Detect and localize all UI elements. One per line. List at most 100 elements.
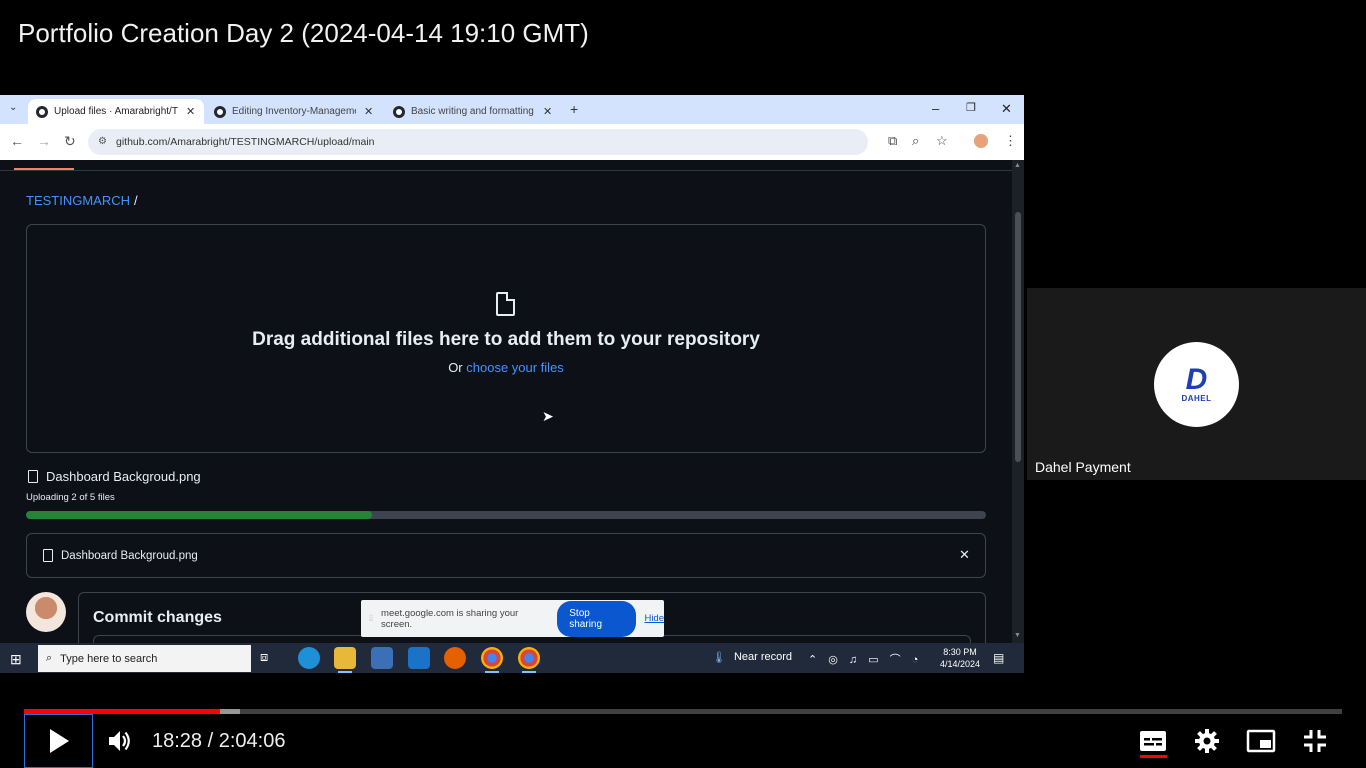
file-icon xyxy=(496,292,515,316)
divider xyxy=(0,170,1012,171)
drop-or-text: Or xyxy=(448,360,467,375)
video-timeline[interactable] xyxy=(24,709,1342,714)
tab-basic-writing[interactable]: Basic writing and formatting sy ✕ xyxy=(385,99,563,124)
restore-icon[interactable]: ❐ xyxy=(966,101,976,114)
chrome-icon[interactable] xyxy=(518,647,540,673)
address-bar-row: ← → ↻ ⚙ github.com/Amarabright/TESTINGMA… xyxy=(0,124,1024,160)
notification-icon[interactable]: ▤ xyxy=(993,651,1004,665)
github-favicon-icon xyxy=(393,105,405,118)
volume-icon xyxy=(109,731,130,751)
profile-avatar[interactable] xyxy=(974,134,988,148)
share-message: meet.google.com is sharing your screen. xyxy=(381,607,519,630)
windows-taskbar: ⊞ ⌕ Type here to search ⧈ 🌡 Near record … xyxy=(0,643,1024,673)
store-icon[interactable] xyxy=(371,647,393,669)
upload-progress-fill xyxy=(26,511,372,519)
remove-file-icon[interactable]: ✕ xyxy=(959,547,970,563)
task-view-icon[interactable]: ⧈ xyxy=(260,649,282,671)
uploading-file-row: Dashboard Backgroud.png xyxy=(28,469,201,484)
file-icon xyxy=(28,470,38,483)
minimize-icon[interactable]: – xyxy=(932,101,939,116)
site-info-icon[interactable]: ⚙ xyxy=(98,136,107,147)
thermometer-icon: 🌡 xyxy=(712,652,726,664)
upload-progress-bar xyxy=(26,511,986,519)
github-favicon-icon xyxy=(36,105,48,118)
mail-icon[interactable] xyxy=(408,647,430,669)
drop-heading: Drag additional files here to add them t… xyxy=(252,329,760,350)
windows-start-icon[interactable]: ⊞ xyxy=(10,651,22,668)
file-list: Dashboard Backgroud.png ✕ xyxy=(26,533,986,578)
tab-editing-inventory[interactable]: Editing Inventory-Management ✕ xyxy=(206,99,384,124)
forward-icon[interactable]: → xyxy=(37,133,51,149)
browser-tab-strip: ⌄ Upload files · Amarabright/TEST ✕ Edit… xyxy=(0,95,1024,124)
active-tab-indicator xyxy=(14,168,74,170)
settings-button[interactable] xyxy=(1194,728,1220,759)
stop-sharing-button[interactable]: Stop sharing xyxy=(557,600,637,637)
new-tab-icon[interactable]: + xyxy=(570,101,578,117)
play-button[interactable] xyxy=(24,714,93,768)
reload-icon[interactable]: ↻ xyxy=(64,133,76,150)
address-bar[interactable]: ⚙ github.com/Amarabright/TESTINGMARCH/up… xyxy=(88,129,868,155)
logo-text: DAHEL xyxy=(1181,394,1212,403)
participant-tile: D DAHEL Dahel Payment xyxy=(1027,288,1366,480)
system-tray-icons[interactable]: ⌃ ◎ ♫ ▭ ⌒ ◔ xyxy=(808,651,922,667)
repo-link[interactable]: TESTINGMARCH xyxy=(26,193,130,208)
taskbar-search-placeholder: Type here to search xyxy=(60,652,158,665)
file-explorer-icon[interactable] xyxy=(334,647,356,673)
back-icon[interactable]: ← xyxy=(10,133,24,149)
page-scrollbar[interactable]: ▲ ▼ xyxy=(1012,160,1024,643)
screen-share-bar: ⦙⦙ meet.google.com is sharing your scree… xyxy=(361,600,664,637)
taskbar-search[interactable]: ⌕ Type here to search xyxy=(38,645,251,672)
scroll-thumb[interactable] xyxy=(1015,212,1021,462)
tab-close-icon[interactable]: ✕ xyxy=(186,105,195,118)
choose-files-link[interactable]: choose your files xyxy=(466,360,564,375)
uploading-file-name: Dashboard Backgroud.png xyxy=(46,469,201,484)
video-player: Portfolio Creation Day 2 (2024-04-14 19:… xyxy=(0,0,1366,768)
mouse-cursor-icon: ➤ xyxy=(542,408,554,424)
bookmark-star-icon[interactable]: ☆ xyxy=(936,133,948,149)
shared-screen: ⌄ Upload files · Amarabright/TEST ✕ Edit… xyxy=(0,95,1024,673)
play-icon xyxy=(49,729,69,753)
scroll-down-icon[interactable]: ▼ xyxy=(1014,632,1021,639)
window-close-icon[interactable]: ✕ xyxy=(1001,101,1012,117)
drag-handle-icon[interactable]: ⦙⦙ xyxy=(369,613,373,624)
tab-close-icon[interactable]: ✕ xyxy=(364,105,373,118)
weather-widget[interactable]: 🌡 Near record xyxy=(712,651,792,664)
file-drop-zone[interactable]: Drag additional files here to add them t… xyxy=(26,224,986,453)
dahel-logo-icon: D xyxy=(1185,363,1208,396)
scroll-up-icon[interactable]: ▲ xyxy=(1014,162,1021,169)
upload-status: Uploading 2 of 5 files xyxy=(26,492,115,503)
miniplayer-button[interactable] xyxy=(1246,728,1276,759)
subtitles-icon xyxy=(1140,731,1166,751)
tab-upload-files[interactable]: Upload files · Amarabright/TEST ✕ xyxy=(28,99,204,124)
url-text: github.com/Amarabright/TESTINGMARCH/uplo… xyxy=(116,136,375,148)
zoom-icon[interactable]: ⌕ xyxy=(912,133,919,149)
tab-label: Editing Inventory-Management xyxy=(232,106,356,117)
firefox-icon[interactable] xyxy=(444,647,466,669)
chrome-icon[interactable] xyxy=(481,647,503,673)
install-app-icon[interactable]: ⧉ xyxy=(888,133,897,149)
tab-close-icon[interactable]: ✕ xyxy=(543,105,552,118)
weather-text: Near record xyxy=(733,651,793,663)
participant-name: Dahel Payment xyxy=(1035,459,1131,475)
hide-link[interactable]: Hide xyxy=(644,613,664,624)
edge-icon[interactable] xyxy=(298,647,320,669)
exit-fullscreen-button[interactable] xyxy=(1302,728,1328,759)
participant-avatar-logo: D DAHEL xyxy=(1154,342,1239,427)
breadcrumb: TESTINGMARCH / xyxy=(26,193,138,208)
time-display: 18:28 / 2:04:06 xyxy=(152,730,286,752)
github-upload-page: TESTINGMARCH / Drag additional files here… xyxy=(0,160,1012,655)
volume-button[interactable] xyxy=(106,728,132,759)
menu-kebab-icon[interactable]: ⋮ xyxy=(1004,133,1017,149)
github-favicon-icon xyxy=(214,105,226,118)
file-icon xyxy=(43,549,53,562)
exit-fullscreen-icon xyxy=(1304,730,1326,752)
taskbar-clock[interactable]: 8:30 PM 4/14/2024 xyxy=(940,646,980,670)
subtitles-active-indicator xyxy=(1140,755,1167,758)
tab-search-icon[interactable]: ⌄ xyxy=(9,102,17,113)
commit-title: Commit changes xyxy=(93,609,222,626)
clock-date: 4/14/2024 xyxy=(940,659,981,669)
gear-icon xyxy=(1195,729,1219,753)
breadcrumb-separator: / xyxy=(134,193,138,208)
tab-label: Basic writing and formatting sy xyxy=(411,106,535,117)
file-list-item-name: Dashboard Backgroud.png xyxy=(61,549,198,562)
